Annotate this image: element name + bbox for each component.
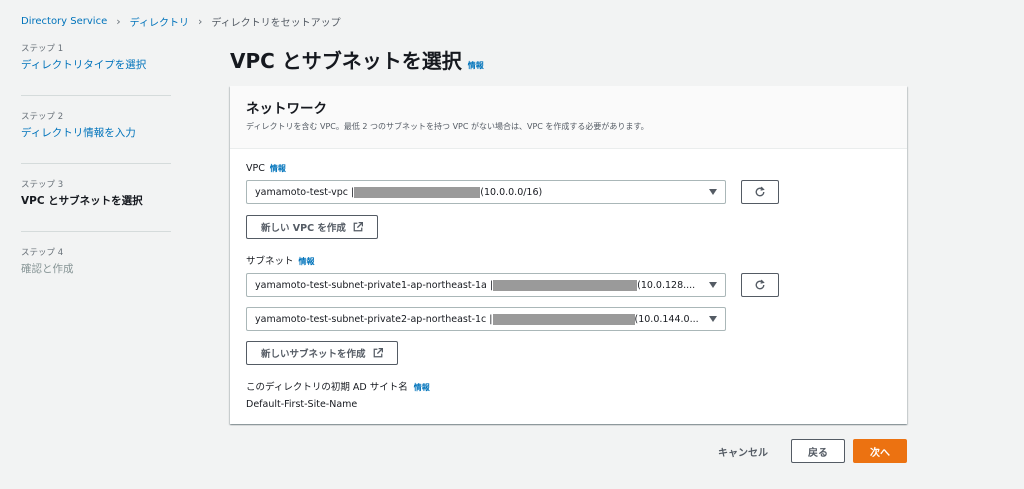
network-panel: ネットワーク ディレクトリを含む VPC。最低 2 つのサブネットを持つ VPC… [230, 86, 907, 424]
subnet-info-link[interactable]: 情報 [299, 256, 315, 267]
subnet-label: サブネット [246, 256, 294, 267]
step-current-vpc-subnet: VPC とサブネットを選択 [21, 195, 143, 207]
vpc-selected-cidr: (10.0.0.0/16) [480, 186, 543, 198]
subnet1-row: yamamoto-test-subnet-private1-ap-northea… [246, 273, 891, 297]
subnet1-select[interactable]: yamamoto-test-subnet-private1-ap-northea… [246, 273, 726, 297]
step-2: ステップ 2 ディレクトリ情報を入力 [21, 110, 171, 164]
breadcrumb-directory-service[interactable]: Directory Service [21, 16, 107, 27]
panel-body: VPC 情報 yamamoto-test-vpc | (10.0.0.0/16)… [230, 149, 907, 410]
subnet1-selected-name: yamamoto-test-subnet-private1-ap-northea… [255, 279, 494, 291]
site-name-value: Default-First-Site-Name [246, 399, 358, 410]
panel-description: ディレクトリを含む VPC。最低 2 つのサブネットを持つ VPC がない場合は… [246, 122, 649, 131]
site-label-row: このディレクトリの初期 AD サイト名 情報 [246, 379, 891, 393]
wizard-footer: キャンセル 戻る 次へ [718, 439, 907, 463]
breadcrumb-current: ディレクトリをセットアップ [211, 18, 341, 29]
step-link-directory-type[interactable]: ディレクトリタイプを選択 [21, 57, 171, 73]
wizard-steps: ステップ 1 ディレクトリタイプを選択 ステップ 2 ディレクトリ情報を入力 ス… [21, 42, 171, 314]
panel-header: ネットワーク ディレクトリを含む VPC。最低 2 つのサブネットを持つ VPC… [230, 86, 907, 149]
vpc-selected-name: yamamoto-test-vpc | [255, 186, 355, 198]
caret-down-icon [709, 282, 717, 288]
step-review-create: 確認と作成 [21, 263, 74, 275]
back-button[interactable]: 戻る [791, 439, 845, 463]
step-link-directory-info[interactable]: ディレクトリ情報を入力 [21, 125, 171, 141]
step-3: ステップ 3 VPC とサブネットを選択 [21, 178, 171, 232]
chevron-right-icon: › [116, 15, 121, 28]
site-label: このディレクトリの初期 AD サイト名 [246, 382, 408, 393]
create-subnet-wrap: 新しいサブネットを作成 [246, 341, 891, 365]
create-vpc-wrap: 新しい VPC を作成 [246, 215, 891, 239]
step-number: ステップ 4 [21, 248, 64, 258]
refresh-icon [755, 279, 765, 290]
page-info-link[interactable]: 情報 [468, 60, 484, 71]
redacted-subnet2-id [492, 313, 635, 325]
refresh-subnet-button[interactable] [741, 273, 779, 297]
subnet1-selected-cidr: (10.0.128.... [637, 279, 696, 291]
vpc-select[interactable]: yamamoto-test-vpc | (10.0.0.0/16) [246, 180, 726, 204]
panel-title: ネットワーク [246, 101, 327, 117]
create-vpc-button[interactable]: 新しい VPC を作成 [246, 215, 378, 239]
redacted-vpc-id [354, 186, 481, 198]
page-title: VPC とサブネットを選択 [230, 49, 462, 73]
create-vpc-label: 新しい VPC を作成 [261, 223, 346, 234]
subnet2-selected-name: yamamoto-test-subnet-private2-ap-northea… [255, 313, 493, 325]
step-number: ステップ 3 [21, 180, 64, 190]
subnet-label-row: サブネット 情報 [246, 253, 891, 267]
subnet2-row: yamamoto-test-subnet-private2-ap-northea… [246, 307, 891, 331]
vpc-label: VPC [246, 163, 265, 174]
create-subnet-button[interactable]: 新しいサブネットを作成 [246, 341, 398, 365]
next-button[interactable]: 次へ [853, 439, 907, 463]
vpc-info-link[interactable]: 情報 [270, 163, 286, 174]
cancel-button[interactable]: キャンセル [718, 444, 768, 459]
subnet2-select[interactable]: yamamoto-test-subnet-private2-ap-northea… [246, 307, 726, 331]
step-4: ステップ 4 確認と作成 [21, 246, 171, 300]
redacted-subnet1-id [493, 279, 638, 291]
breadcrumb: Directory Service › ディレクトリ › ディレクトリをセットア… [21, 14, 341, 29]
external-link-icon [373, 348, 383, 358]
caret-down-icon [709, 189, 717, 195]
breadcrumb-directories[interactable]: ディレクトリ [130, 14, 189, 29]
external-link-icon [353, 222, 363, 232]
site-info-link[interactable]: 情報 [414, 382, 430, 393]
vpc-label-row: VPC 情報 [246, 163, 891, 174]
step-number: ステップ 1 [21, 44, 64, 54]
caret-down-icon [709, 316, 717, 322]
step-1: ステップ 1 ディレクトリタイプを選択 [21, 42, 171, 96]
vpc-row: yamamoto-test-vpc | (10.0.0.0/16) [246, 180, 891, 204]
subnet2-selected-cidr: (10.0.144.0... [634, 313, 699, 325]
chevron-right-icon: › [197, 15, 203, 28]
page-title-row: VPC とサブネットを選択 情報 [230, 45, 484, 74]
refresh-icon [755, 186, 765, 197]
step-number: ステップ 2 [21, 112, 64, 122]
refresh-vpc-button[interactable] [741, 180, 779, 204]
create-subnet-label: 新しいサブネットを作成 [261, 349, 366, 360]
